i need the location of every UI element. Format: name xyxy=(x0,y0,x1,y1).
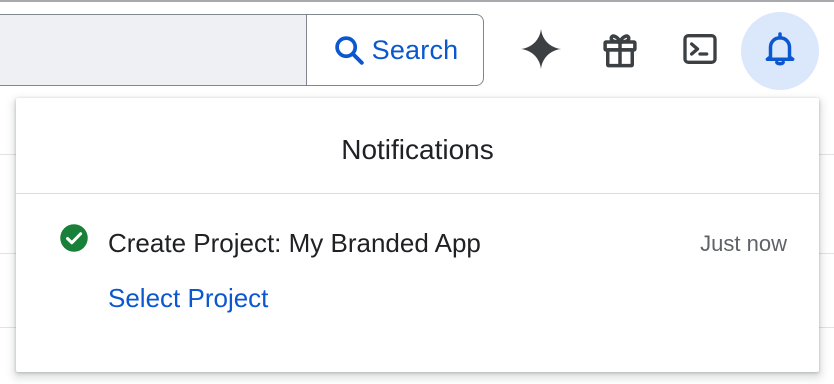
search-icon xyxy=(332,33,366,67)
notification-item: Create Project: My Branded App Just now … xyxy=(16,194,819,372)
notifications-panel: Notifications Create Project: My Branded… xyxy=(16,98,819,372)
cloud-shell-icon xyxy=(680,29,720,74)
console-header-page: Search Notifications Create Project: My … xyxy=(0,0,834,384)
check-circle-icon xyxy=(59,223,89,253)
notification-text: Create Project: My Branded App xyxy=(108,228,481,258)
gemini-button[interactable] xyxy=(502,12,580,90)
search-button[interactable]: Search xyxy=(306,14,484,86)
notifications-button[interactable] xyxy=(741,12,819,90)
gemini-sparkle-icon xyxy=(518,26,564,77)
search-button-label: Search xyxy=(371,34,459,65)
notification-time: Just now xyxy=(700,231,787,256)
select-project-link[interactable]: Select Project xyxy=(108,283,268,314)
search-input[interactable] xyxy=(0,14,308,86)
notifications-title: Notifications xyxy=(341,134,494,165)
bell-icon xyxy=(761,30,799,73)
top-border xyxy=(0,0,834,2)
gift-button[interactable] xyxy=(581,12,659,90)
cloud-shell-button[interactable] xyxy=(661,12,739,90)
gift-icon xyxy=(599,28,641,75)
